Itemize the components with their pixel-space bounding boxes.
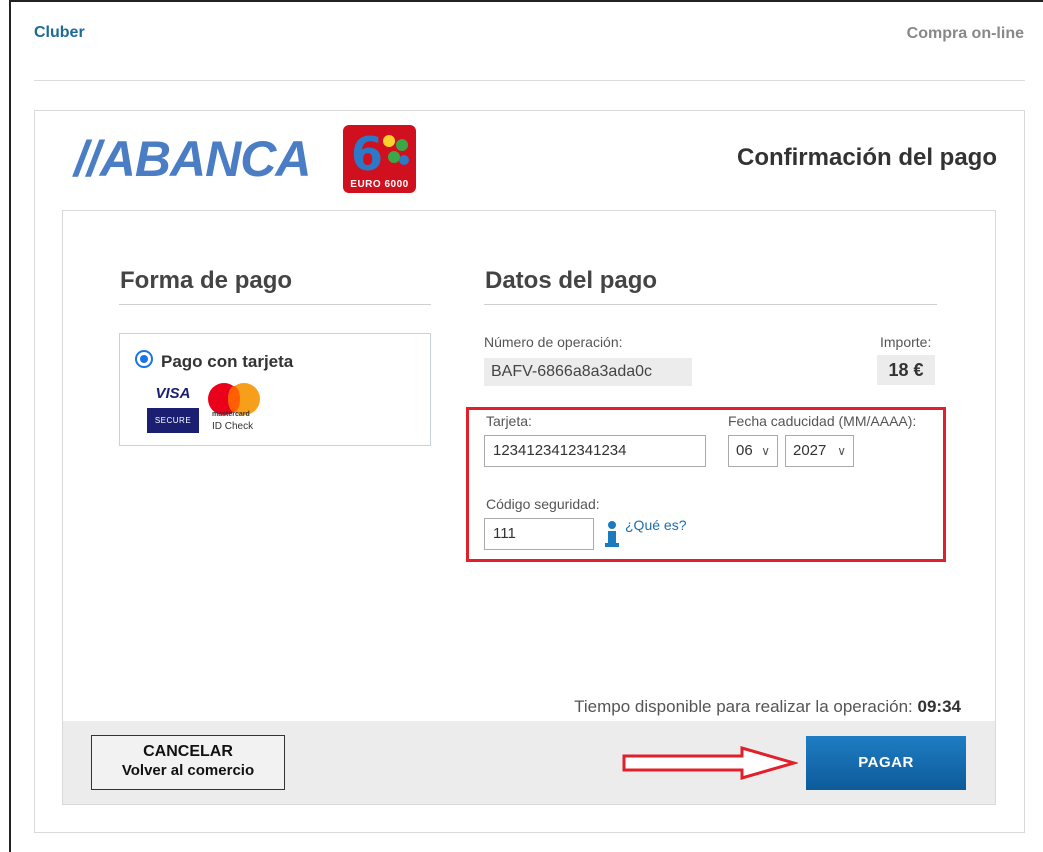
datos-pago-title: Datos del pago	[485, 267, 658, 294]
fecha-caducidad-label: Fecha caducidad (MM/AAAA):	[728, 413, 917, 429]
operacion-value: BAFV-6866a8a3ada0c	[484, 358, 692, 386]
forma-pago-divider	[119, 304, 431, 305]
que-es-link[interactable]: ¿Qué es?	[625, 517, 686, 533]
merchant-name: Cluber	[34, 24, 85, 41]
card-payment-radio[interactable]	[135, 350, 153, 368]
codigo-seguridad-label: Código seguridad:	[486, 496, 600, 512]
tarjeta-label: Tarjeta:	[486, 413, 532, 429]
importe-value: 18 €	[877, 355, 935, 385]
page-title: Confirmación del pago	[736, 144, 997, 171]
card-number-input[interactable]: 1234123412341234	[484, 435, 706, 467]
visa-secure-icon: SECURE	[147, 408, 199, 433]
pay-button[interactable]: PAGAR	[806, 736, 966, 790]
mastercard-label: mastercard	[212, 411, 250, 418]
expiry-year-select[interactable]: 2027 ∨	[785, 435, 854, 467]
chevron-down-icon: ∨	[761, 444, 770, 458]
importe-label: Importe:	[880, 334, 932, 350]
abanca-logo: //ABANCA	[74, 131, 311, 187]
operacion-label: Número de operación:	[484, 334, 623, 350]
cvv-input[interactable]: 111	[484, 518, 594, 550]
header-divider	[34, 80, 1025, 81]
forma-pago-title: Forma de pago	[120, 267, 293, 294]
time-remaining-value: 09:34	[917, 697, 961, 716]
header-right-title: Compra on-line	[906, 25, 1024, 42]
card-payment-label[interactable]: Pago con tarjeta	[161, 352, 293, 372]
chevron-down-icon: ∨	[837, 444, 846, 458]
info-icon[interactable]	[604, 521, 620, 547]
expiry-month-select[interactable]: 06 ∨	[728, 435, 778, 467]
euro6000-logo: 6 EURO 6000	[343, 125, 416, 193]
visa-logo: VISA	[155, 385, 191, 402]
arrow-right-icon	[622, 746, 798, 780]
cancel-button[interactable]: CANCELAR Volver al comercio	[91, 735, 285, 790]
datos-pago-divider	[484, 304, 937, 305]
mastercard-id-check: ID Check	[212, 421, 254, 432]
time-remaining: Tiempo disponible para realizar la opera…	[574, 697, 961, 716]
